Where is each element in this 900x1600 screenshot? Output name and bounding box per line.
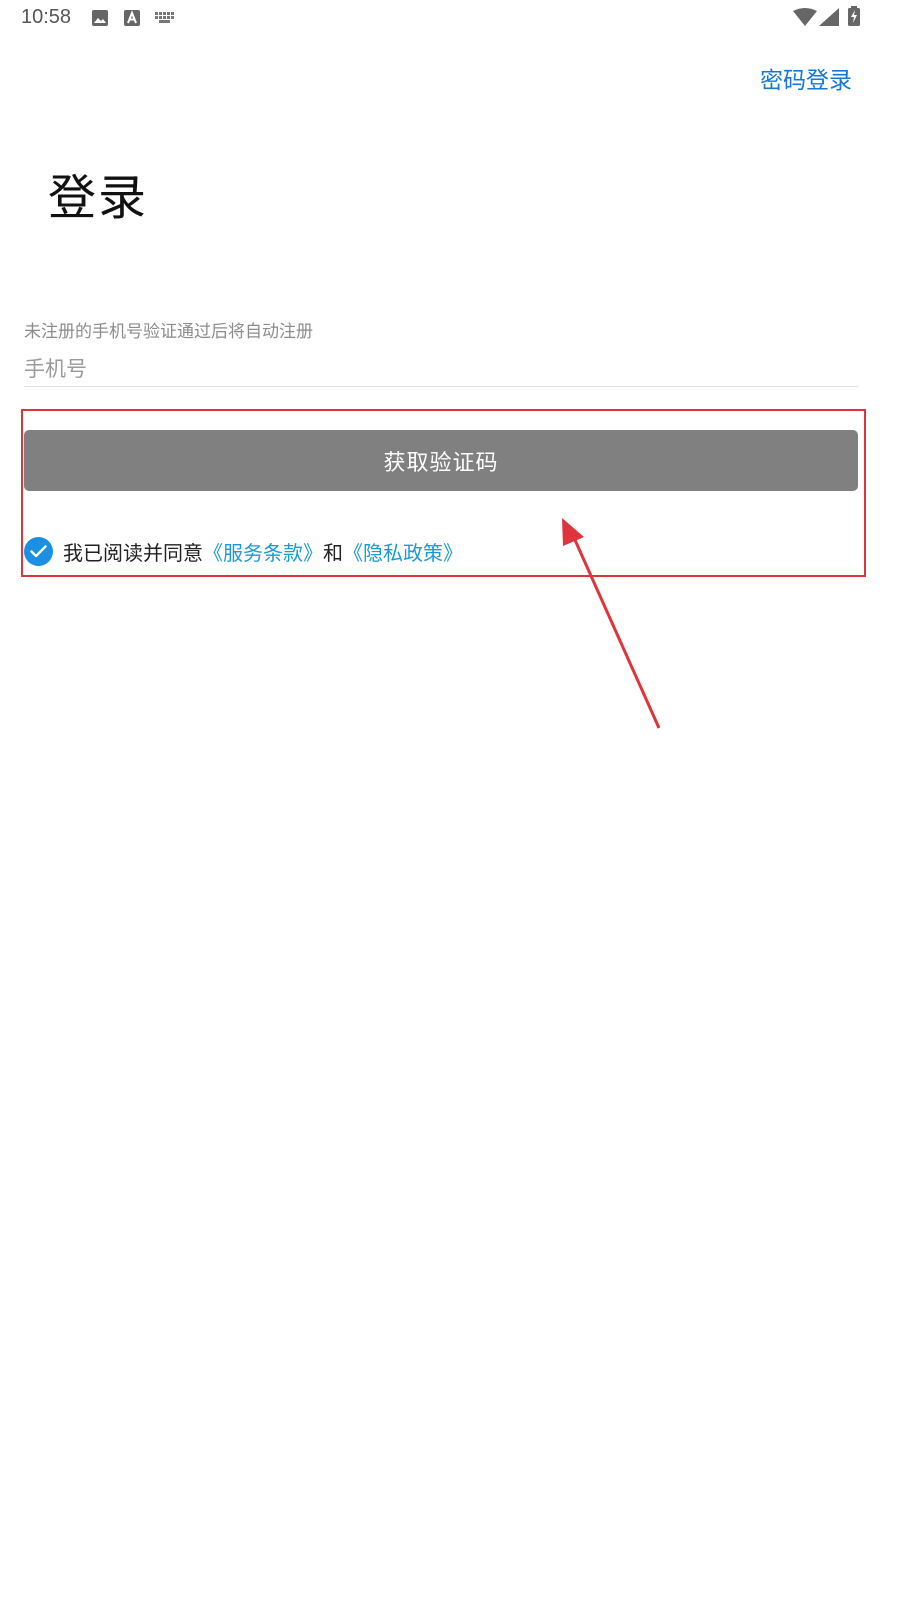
agreement-and: 和 <box>323 540 343 565</box>
status-time: 10:58 <box>21 6 72 28</box>
annotation-arrow <box>562 518 661 729</box>
arrow-head-icon <box>562 518 584 546</box>
phone-input[interactable] <box>24 352 858 387</box>
agreement-prefix: 我已阅读并同意 <box>63 540 203 565</box>
get-verification-code-button[interactable]: 获取验证码 <box>24 430 858 491</box>
signal-icon <box>819 8 839 26</box>
privacy-policy-link[interactable]: 《隐私政策》 <box>343 537 463 566</box>
status-bar: 10:58 <box>0 0 900 36</box>
terms-of-service-link[interactable]: 《服务条款》 <box>203 537 323 566</box>
page-title: 登录 <box>48 170 149 226</box>
auto-register-hint: 未注册的手机号验证通过后将自动注册 <box>24 322 313 342</box>
check-icon <box>30 544 47 557</box>
agreement-row: 我已阅读并同意 《服务条款》 和 《隐私政策》 <box>24 536 463 566</box>
password-login-link[interactable]: 密码登录 <box>760 61 852 95</box>
battery-charging-icon <box>848 6 860 26</box>
wifi-icon <box>793 8 817 26</box>
a-square-icon <box>124 10 140 26</box>
agreement-checkbox[interactable] <box>24 536 53 566</box>
keyboard-icon <box>155 12 174 23</box>
login-page: 10:58 密码登录 登录 未注册的手机号验证通过后将自动注册 手机号 获取验证… <box>0 0 900 1600</box>
image-icon <box>92 10 108 26</box>
